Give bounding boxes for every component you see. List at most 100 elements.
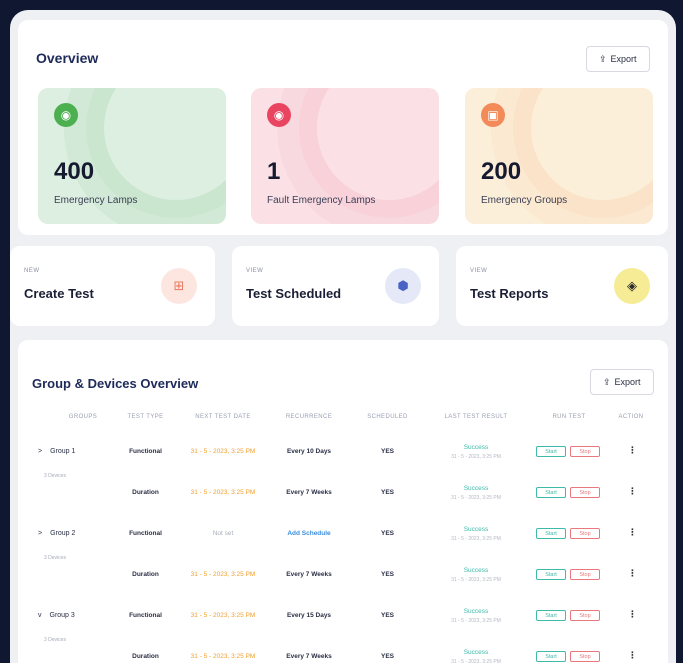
stop-button[interactable]: Stop — [570, 487, 600, 498]
more-actions-icon[interactable]: ⋮ — [628, 486, 637, 497]
stop-button[interactable]: Stop — [570, 446, 600, 457]
action-tag: NEW — [24, 268, 40, 274]
test-type: Duration — [132, 571, 159, 578]
last-test-result: Success — [463, 608, 489, 615]
last-test-date: 31 - 5 - 2023, 3:25 PM — [451, 659, 501, 663]
test-type: Functional — [129, 530, 162, 537]
chevron-right-icon[interactable]: > — [38, 530, 42, 537]
upload-icon: ⇪ — [603, 376, 611, 387]
stat-card-emergency-groups: ▣ 200 Emergency Groups — [465, 88, 653, 224]
group-icon: ▣ — [481, 103, 505, 127]
recurrence: Every 7 Weeks — [286, 489, 332, 496]
start-button[interactable]: Start — [536, 528, 566, 539]
more-actions-icon[interactable]: ⋮ — [628, 609, 637, 620]
more-actions-icon[interactable]: ⋮ — [628, 568, 637, 579]
stat-card-fault-lamps: ◉ 1 Fault Emergency Lamps — [251, 88, 439, 224]
app-frame: Overview ⇪ Export ◉ 400 Emergency Lamps … — [10, 10, 676, 663]
create-test-card[interactable]: NEW Create Test ⊞ — [10, 246, 215, 326]
test-reports-card[interactable]: VIEW Test Reports ◈ — [456, 246, 668, 326]
test-type: Functional — [129, 612, 162, 619]
start-button[interactable]: Start — [536, 569, 566, 580]
test-type: Functional — [129, 448, 162, 455]
column-header: GROUPS — [68, 414, 98, 420]
chevron-right-icon[interactable]: > — [38, 448, 42, 455]
table-row: > Group 2 Functional Not set Add Schedule YES… — [18, 518, 668, 558]
start-button[interactable]: Start — [536, 446, 566, 457]
stop-button[interactable]: Stop — [570, 528, 600, 539]
chevron-down-icon[interactable]: v — [38, 612, 42, 619]
group-name: Group 2 — [50, 530, 76, 537]
add-schedule-link[interactable]: Add Schedule — [274, 530, 344, 537]
column-header: RUN TEST — [552, 414, 586, 420]
scheduled: YES — [380, 448, 394, 455]
groups-export-button[interactable]: ⇪ Export — [590, 369, 654, 395]
export-label: Export — [614, 377, 641, 387]
group-devices-title: Group & Devices Overview — [32, 376, 199, 391]
recurrence: Every 15 Days — [286, 612, 332, 619]
stat-value: 200 — [481, 158, 522, 185]
stop-button[interactable]: Stop — [570, 651, 600, 662]
bulb-icon: ◉ — [267, 103, 291, 127]
next-test-date: 31 - 5 - 2023, 3:25 PM — [190, 571, 256, 578]
stat-value: 1 — [267, 158, 281, 185]
table-header: GROUPS TEST TYPE NEXT TEST DATE RECURREN… — [18, 414, 668, 428]
column-header: RECURRENCE — [285, 414, 333, 420]
stat-label: Fault Emergency Lamps — [267, 195, 376, 206]
action-tag: VIEW — [470, 268, 488, 274]
last-test-date: 31 - 5 - 2023, 3:25 PM — [451, 454, 501, 460]
upload-icon: ⇪ — [599, 53, 607, 64]
recurrence: Every 10 Days — [286, 448, 332, 455]
next-test-date: 31 - 5 - 2023, 3:25 PM — [190, 653, 256, 660]
scheduled: YES — [380, 653, 394, 660]
last-test-date: 31 - 5 - 2023, 3:25 PM — [451, 495, 501, 501]
test-scheduled-card[interactable]: VIEW Test Scheduled ⬢ — [232, 246, 439, 326]
export-label: Export — [610, 54, 637, 64]
more-actions-icon[interactable]: ⋮ — [628, 650, 637, 661]
stop-button[interactable]: Stop — [570, 569, 600, 580]
test-type: Duration — [132, 653, 159, 660]
stat-label: Emergency Lamps — [54, 195, 138, 206]
action-name: Create Test — [24, 286, 94, 301]
stat-value: 400 — [54, 158, 95, 185]
folder-plus-icon[interactable]: ⊞ — [161, 268, 197, 304]
group-cell[interactable]: v Group 3 — [38, 612, 75, 619]
table-row: 3 Devices Duration 31 - 5 - 2023, 3:25 PM E… — [18, 637, 668, 663]
group-cell[interactable]: > Group 1 — [38, 448, 75, 455]
start-button[interactable]: Start — [536, 651, 566, 662]
recurrence: Every 7 Weeks — [286, 653, 332, 660]
more-actions-icon[interactable]: ⋮ — [628, 527, 637, 538]
layers-icon[interactable]: ◈ — [614, 268, 650, 304]
bulb-icon: ◉ — [54, 103, 78, 127]
column-header: TEST TYPE — [127, 414, 164, 420]
last-test-date: 31 - 5 - 2023, 3:25 PM — [451, 536, 501, 542]
last-test-result: Success — [463, 649, 489, 656]
overview-export-button[interactable]: ⇪ Export — [586, 46, 650, 72]
group-name: Group 1 — [50, 448, 76, 455]
action-name: Test Reports — [470, 286, 549, 301]
group-cell[interactable]: > Group 2 — [38, 530, 75, 537]
more-actions-icon[interactable]: ⋮ — [628, 445, 637, 456]
recurrence: Every 7 Weeks — [286, 571, 332, 578]
scheduled: YES — [380, 489, 394, 496]
scheduled: YES — [380, 612, 394, 619]
last-test-result: Success — [463, 567, 489, 574]
action-name: Test Scheduled — [246, 286, 342, 301]
next-test-date: Not set — [212, 530, 234, 537]
device-count: 3 Devices — [44, 473, 66, 479]
box-icon[interactable]: ⬢ — [385, 268, 421, 304]
stop-button[interactable]: Stop — [570, 610, 600, 621]
start-button[interactable]: Start — [536, 610, 566, 621]
stat-card-emergency-lamps: ◉ 400 Emergency Lamps — [38, 88, 226, 224]
last-test-result: Success — [463, 444, 489, 451]
start-button[interactable]: Start — [536, 487, 566, 498]
column-header: NEXT TEST DATE — [195, 414, 251, 420]
next-test-date: 31 - 5 - 2023, 3:25 PM — [190, 612, 256, 619]
group-name: Group 3 — [49, 612, 75, 619]
test-type: Duration — [132, 489, 159, 496]
device-count: 3 Devices — [44, 637, 66, 643]
column-header: ACTION — [618, 414, 644, 420]
last-test-result: Success — [463, 526, 489, 533]
device-count: 3 Devices — [44, 555, 66, 561]
table-row: 3 Devices Duration 31 - 5 - 2023, 3:25 PM E… — [18, 473, 668, 517]
next-test-date: 31 - 5 - 2023, 3:25 PM — [190, 489, 256, 496]
